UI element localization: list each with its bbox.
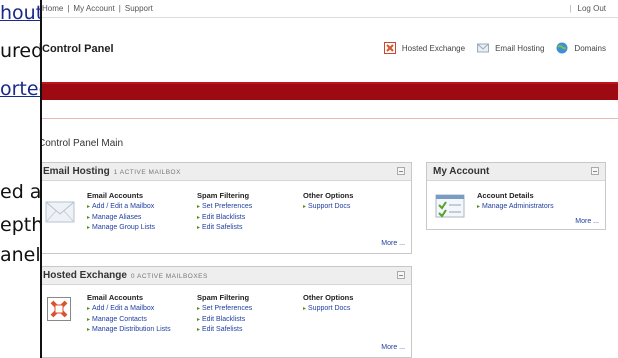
email-hosting-link[interactable]: Email Hosting	[477, 42, 544, 54]
bleed-line: hout	[0, 2, 40, 24]
edit-blacklists-link[interactable]: ▸ Edit Blacklists	[197, 213, 252, 224]
bleed-line: ed a	[0, 181, 40, 203]
domains-link[interactable]: Domains	[556, 42, 606, 54]
edit-blacklists-link[interactable]: ▸ Edit Blacklists	[197, 315, 252, 326]
section-title: Control Panel Main	[42, 138, 124, 149]
divider	[42, 118, 618, 119]
panel-title: Email Hosting	[43, 166, 110, 177]
background-page-text: hout ured orted ed a epth anel,	[0, 0, 40, 358]
my-account-link[interactable]: My Account	[73, 4, 114, 13]
exchange-icon	[47, 297, 71, 321]
add-edit-mailbox-link[interactable]: ▸ Add / Edit a Mailbox	[87, 304, 171, 315]
edit-safelists-link[interactable]: ▸ Edit Safelists	[197, 325, 252, 336]
control-panel-window: Home | My Account | Support | Log Out Control…	[42, 0, 618, 358]
logout-link[interactable]: Log Out	[578, 4, 606, 13]
panel-title: Hosted Exchange	[43, 270, 127, 281]
bleed-line: orted	[0, 78, 40, 100]
add-edit-mailbox-link[interactable]: ▸ Add / Edit a Mailbox	[87, 202, 155, 213]
manage-contacts-link[interactable]: ▸ Manage Contacts	[87, 315, 171, 326]
manage-administrators-link[interactable]: ▸ Manage Administrators	[477, 202, 554, 213]
manage-group-lists-link[interactable]: ▸ Manage Group Lists	[87, 223, 155, 234]
email-hosting-panel: Email Hosting 1 ACTIVE MAILBOX Email Acco…	[42, 162, 412, 254]
more-link[interactable]: More ...	[575, 218, 599, 225]
envelope-icon	[45, 201, 75, 223]
top-links-bar: Home | My Account | Support | Log Out	[42, 0, 618, 18]
support-docs-link[interactable]: ▸ Support Docs	[303, 202, 353, 213]
home-link[interactable]: Home	[42, 4, 63, 13]
envelope-icon	[477, 43, 490, 53]
set-preferences-link[interactable]: ▸ Set Preferences	[197, 202, 252, 213]
support-docs-link[interactable]: ▸ Support Docs	[303, 304, 353, 315]
my-account-panel: My Account Account Details ▸ Manage Admin…	[426, 162, 606, 230]
brand-header-band	[42, 82, 618, 100]
hosted-exchange-link[interactable]: Hosted Exchange	[383, 42, 465, 54]
page-title: Control Panel	[42, 43, 114, 55]
bleed-line: ured	[0, 40, 40, 62]
more-link[interactable]: More ...	[381, 344, 405, 351]
manage-distribution-lists-link[interactable]: ▸ Manage Distribution Lists	[87, 325, 171, 336]
minimize-button[interactable]	[397, 271, 405, 279]
set-preferences-link[interactable]: ▸ Set Preferences	[197, 304, 252, 315]
minimize-button[interactable]	[591, 167, 599, 175]
minimize-button[interactable]	[397, 167, 405, 175]
edit-safelists-link[interactable]: ▸ Edit Safelists	[197, 223, 252, 234]
globe-icon	[556, 42, 568, 54]
mailbox-count: 0 ACTIVE MAILBOXES	[130, 273, 208, 280]
bleed-line: anel,	[0, 244, 40, 266]
service-links: Hosted Exchange Email Hosting Domains	[372, 42, 606, 54]
bleed-line: epth	[0, 214, 40, 236]
exchange-icon	[383, 42, 396, 54]
panel-title: My Account	[433, 166, 490, 177]
mailbox-count: 1 ACTIVE MAILBOX	[113, 169, 181, 176]
hosted-exchange-panel: Hosted Exchange 0 ACTIVE MAILBOXES Email …	[42, 266, 412, 358]
account-details-icon	[435, 194, 465, 218]
support-link[interactable]: Support	[125, 4, 153, 13]
more-link[interactable]: More ...	[381, 240, 405, 247]
manage-aliases-link[interactable]: ▸ Manage Aliases	[87, 213, 155, 224]
